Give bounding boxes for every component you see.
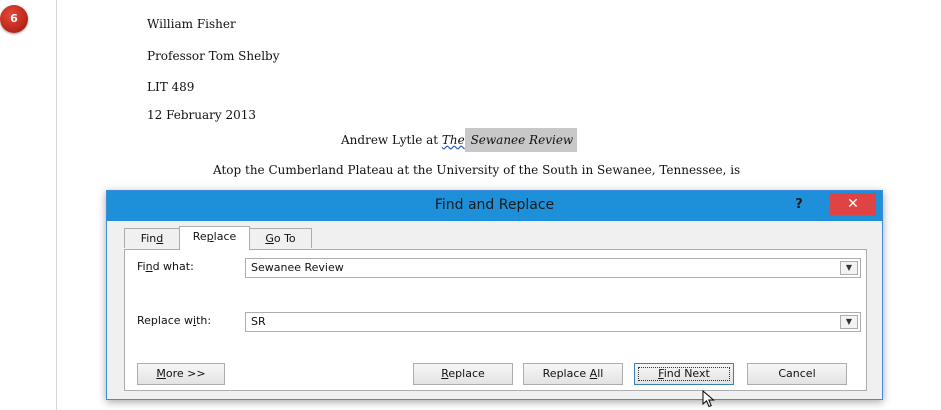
more-button[interactable]: More >> — [137, 363, 225, 385]
step-number-badge: 6 — [0, 5, 28, 33]
replace-button[interactable]: Replace — [413, 363, 513, 385]
tab-find[interactable]: Find — [124, 228, 180, 248]
close-button[interactable]: ✕ — [830, 193, 876, 215]
find-what-value: Sewanee Review — [251, 261, 344, 274]
cancel-button[interactable]: Cancel — [747, 363, 847, 385]
find-what-dropdown[interactable]: ▼ — [840, 261, 858, 275]
dialog-titlebar[interactable]: Find and Replace ? ✕ — [107, 191, 882, 221]
tab-go-to[interactable]: Go To — [249, 228, 312, 248]
replace-with-label: Replace with: — [137, 314, 212, 327]
doc-course-line[interactable]: LIT 489 — [147, 80, 194, 94]
page-margin-divider — [56, 0, 57, 410]
dialog-title: Find and Replace — [434, 197, 555, 213]
doc-title-line[interactable]: Andrew Lytle at The Sewanee Review — [341, 128, 578, 152]
doc-title-highlighted-match: Sewanee Review — [464, 128, 578, 152]
find-what-label: Find what: — [137, 260, 194, 273]
doc-professor-line[interactable]: Professor Tom Shelby — [147, 49, 280, 63]
replace-tab-panel: Find what: Sewanee Review ▼ Replace with… — [124, 249, 867, 391]
chevron-down-icon: ▼ — [845, 263, 853, 272]
chevron-down-icon: ▼ — [845, 317, 853, 326]
find-next-button[interactable]: Find Next — [634, 363, 734, 385]
doc-date-line[interactable]: 12 February 2013 — [147, 108, 256, 122]
focus-ring — [638, 367, 730, 381]
doc-title-the: The — [441, 133, 465, 147]
doc-title-prefix: Andrew Lytle at — [341, 133, 442, 147]
find-what-input[interactable]: Sewanee Review ▼ — [245, 258, 861, 278]
help-button[interactable]: ? — [788, 194, 810, 216]
replace-with-input[interactable]: SR ▼ — [245, 312, 861, 332]
replace-all-button[interactable]: Replace All — [523, 363, 623, 385]
doc-paragraph-line[interactable]: Atop the Cumberland Plateau at the Unive… — [213, 163, 740, 177]
tab-replace[interactable]: Replace — [179, 226, 250, 250]
close-icon: ✕ — [847, 196, 859, 212]
find-replace-dialog: Find and Replace ? ✕ Find Replace Go To … — [106, 190, 883, 400]
doc-author-line[interactable]: William Fisher — [147, 17, 236, 31]
replace-with-value: SR — [251, 315, 266, 328]
word-document-page: 6 William Fisher Professor Tom Shelby LI… — [0, 0, 941, 410]
mouse-pointer-icon — [702, 390, 715, 408]
replace-with-dropdown[interactable]: ▼ — [840, 315, 858, 329]
